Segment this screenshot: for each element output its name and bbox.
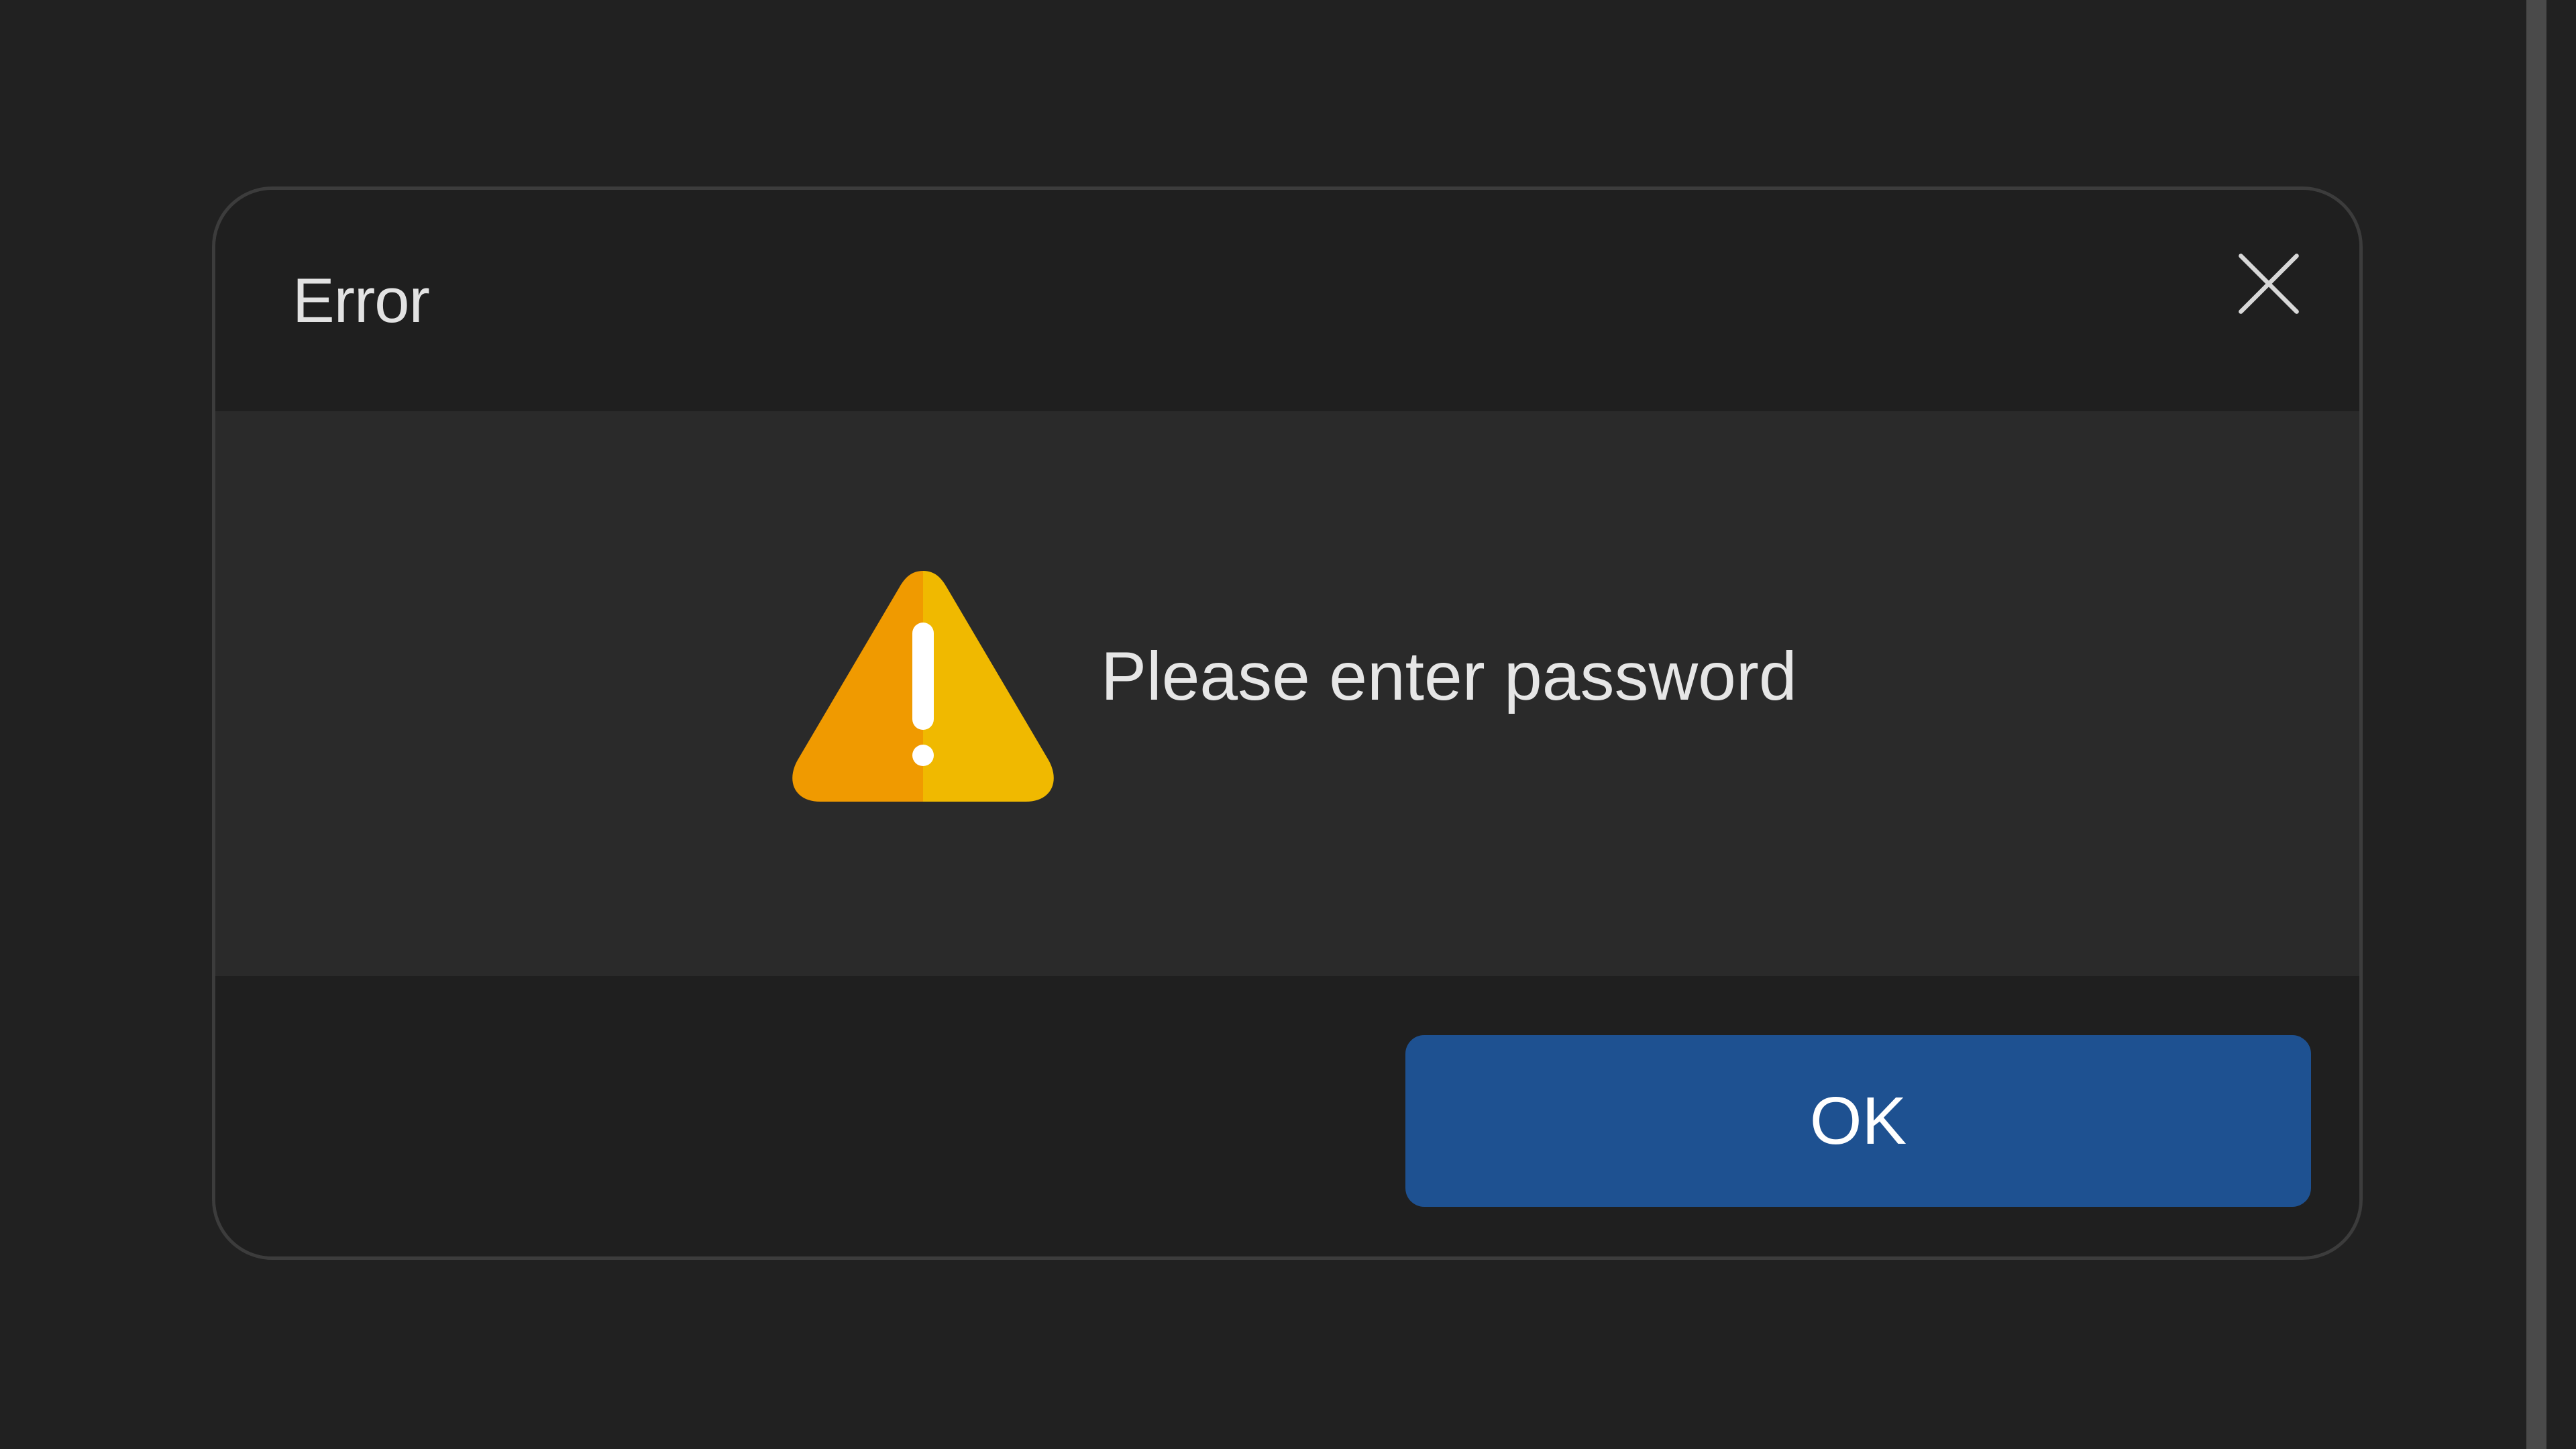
dialog-title: Error xyxy=(292,265,430,335)
close-button[interactable] xyxy=(2225,240,2312,327)
dialog-title-bar: Error xyxy=(215,190,2359,411)
error-dialog: Error Please enter password OK xyxy=(212,186,2363,1260)
warning-icon xyxy=(786,559,1061,807)
error-message: Please enter password xyxy=(1101,638,1797,714)
close-icon xyxy=(2239,254,2299,314)
window-edge-scrollbar[interactable] xyxy=(2526,0,2546,1449)
ok-button[interactable]: OK xyxy=(1405,1035,2311,1207)
